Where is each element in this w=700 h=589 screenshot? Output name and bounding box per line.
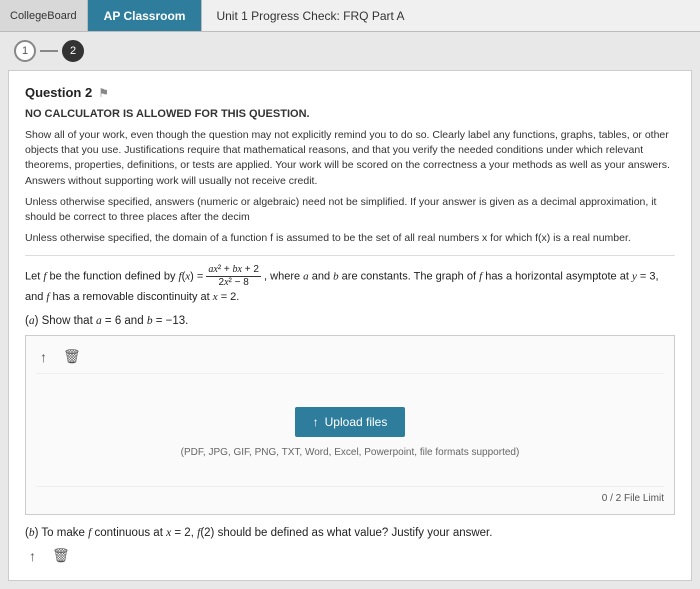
no-calc-notice: NO CALCULATOR IS ALLOWED FOR THIS QUESTI… (25, 108, 675, 120)
upload-drop-zone: ↑ Upload files (PDF, JPG, GIF, PNG, TXT,… (36, 382, 664, 482)
trash-toolbar-icon[interactable]: 🗑 (59, 346, 85, 367)
question-title: Question 2 (25, 85, 92, 100)
instruction-1: Show all of your work, even though the q… (25, 128, 675, 189)
college-board-tab[interactable]: CollegeBoard (0, 0, 88, 31)
file-limit: 0 / 2 File Limit (36, 486, 664, 504)
step-2-circle[interactable]: 2 (62, 40, 84, 62)
part-b-toolbar: ↑ 🗑 (25, 545, 675, 566)
upload-files-button[interactable]: ↑ Upload files (295, 407, 406, 437)
upload-toolbar-icon[interactable]: ↑ (36, 347, 51, 367)
question-header: Question 2 ⚑ (25, 85, 675, 100)
instruction-2: Unless otherwise specified, answers (num… (25, 195, 675, 225)
upload-formats: (PDF, JPG, GIF, PNG, TXT, Word, Excel, P… (181, 447, 520, 458)
part-b-label: (b) To make f continuous at x = 2, f(2) … (25, 527, 675, 539)
top-bar: CollegeBoard AP Classroom Unit 1 Progres… (0, 0, 700, 32)
unit-tab-label: Unit 1 Progress Check: FRQ Part A (216, 9, 404, 23)
ap-tab-label: AP Classroom (104, 9, 186, 23)
part-b-trash-icon[interactable]: 🗑 (48, 545, 74, 566)
part-a-label: (a) Show that a = 6 and b = −13. (25, 315, 675, 327)
instruction-3: Unless otherwise specified, the domain o… (25, 231, 675, 246)
flag-icon[interactable]: ⚑ (98, 86, 109, 100)
step-1-circle[interactable]: 1 (14, 40, 36, 62)
upload-button-label: Upload files (325, 415, 388, 429)
unit-tab[interactable]: Unit 1 Progress Check: FRQ Part A (202, 0, 700, 31)
step-1-label: 1 (22, 45, 28, 57)
divider-1 (25, 255, 675, 256)
upload-toolbar: ↑ 🗑 (36, 346, 664, 374)
function-definition: Let f be the function defined by f(x) = … (25, 264, 675, 306)
step-bar: 1 2 (0, 32, 700, 70)
part-b-upload-icon[interactable]: ↑ (25, 546, 40, 566)
ap-classroom-tab[interactable]: AP Classroom (88, 0, 203, 31)
step-connector (40, 50, 58, 52)
step-2-label: 2 (70, 45, 76, 57)
college-board-label: CollegeBoard (10, 10, 77, 22)
upload-area: ↑ 🗑 ↑ Upload files (PDF, JPG, GIF, PNG, … (25, 335, 675, 515)
upload-button-icon: ↑ (313, 415, 319, 429)
main-content: Question 2 ⚑ NO CALCULATOR IS ALLOWED FO… (8, 70, 692, 581)
